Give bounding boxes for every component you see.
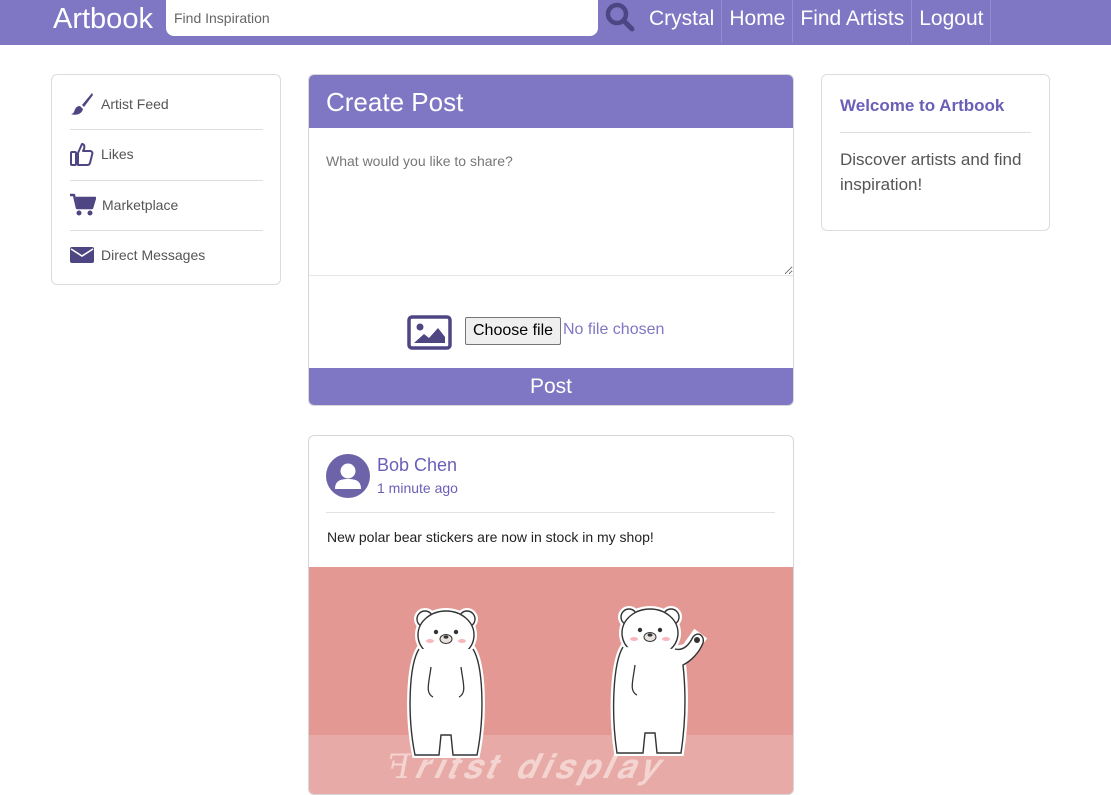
nav-link-home[interactable]: Home xyxy=(722,0,794,43)
thumbs-up-icon xyxy=(70,142,94,166)
waving-polar-bear-sticker xyxy=(610,606,708,756)
feed-post: Bob Chen 1 minute ago New polar bear sti… xyxy=(308,435,794,795)
paintbrush-icon xyxy=(70,92,94,116)
post-timestamp: 1 minute ago xyxy=(377,480,458,496)
image-icon[interactable] xyxy=(407,315,452,350)
polar-bear-sticker xyxy=(407,608,485,758)
welcome-card: Welcome to Artbook Discover artists and … xyxy=(821,74,1050,231)
welcome-title: Welcome to Artbook xyxy=(840,96,1005,115)
sidebar-item-direct-messages[interactable]: Direct Messages xyxy=(70,230,263,280)
sidebar-item-label: Likes xyxy=(101,146,134,162)
create-post-header: Create Post xyxy=(309,75,793,128)
avatar[interactable] xyxy=(326,454,370,498)
nav-link-find-artists[interactable]: Find Artists xyxy=(793,0,913,43)
create-post-card: Create Post Choose file No file chosen P… xyxy=(308,74,794,406)
sidebar-item-likes[interactable]: Likes xyxy=(70,129,263,179)
nav-link-logout[interactable]: Logout xyxy=(912,0,992,43)
top-navbar: Artbook Crystal Home Find Artists Logout xyxy=(0,0,1111,45)
sidebar-item-label: Direct Messages xyxy=(101,247,206,263)
nav-links: Crystal Home Find Artists Logout xyxy=(642,0,992,43)
sidebar-item-marketplace[interactable]: Marketplace xyxy=(70,180,263,230)
sidebar-item-label: Marketplace xyxy=(102,197,179,213)
create-post-title: Create Post xyxy=(326,87,464,117)
user-icon xyxy=(335,463,361,489)
post-image[interactable]: ꟻ𝒓𝒊𝒕𝒔𝒕 𝒅𝒊𝒔𝒑𝒍𝒂𝒚 xyxy=(309,567,793,794)
post-content-textarea[interactable] xyxy=(309,128,793,276)
post-submit-button[interactable]: Post xyxy=(309,368,793,405)
post-text: New polar bear stickers are now in stock… xyxy=(327,529,654,545)
divider xyxy=(840,132,1031,133)
welcome-text: Discover artists and find inspiration! xyxy=(840,150,1022,194)
brand-logo[interactable]: Artbook xyxy=(53,3,153,35)
choose-file-button[interactable]: Choose file xyxy=(465,317,562,345)
sidebar-item-artist-feed[interactable]: Artist Feed xyxy=(70,79,263,129)
search-icon[interactable] xyxy=(605,2,635,32)
file-status-text: No file chosen xyxy=(563,321,665,338)
sidebar-menu: Artist Feed Likes Marketplace Direct Mes… xyxy=(51,74,281,285)
divider xyxy=(326,512,775,513)
search-input[interactable] xyxy=(166,0,598,36)
upload-row: Choose file No file chosen xyxy=(309,296,793,368)
nav-link-profile[interactable]: Crystal xyxy=(642,0,723,43)
envelope-icon xyxy=(70,243,94,267)
shopping-cart-icon xyxy=(70,193,96,217)
sidebar-item-label: Artist Feed xyxy=(101,96,169,112)
post-author[interactable]: Bob Chen xyxy=(377,455,457,476)
